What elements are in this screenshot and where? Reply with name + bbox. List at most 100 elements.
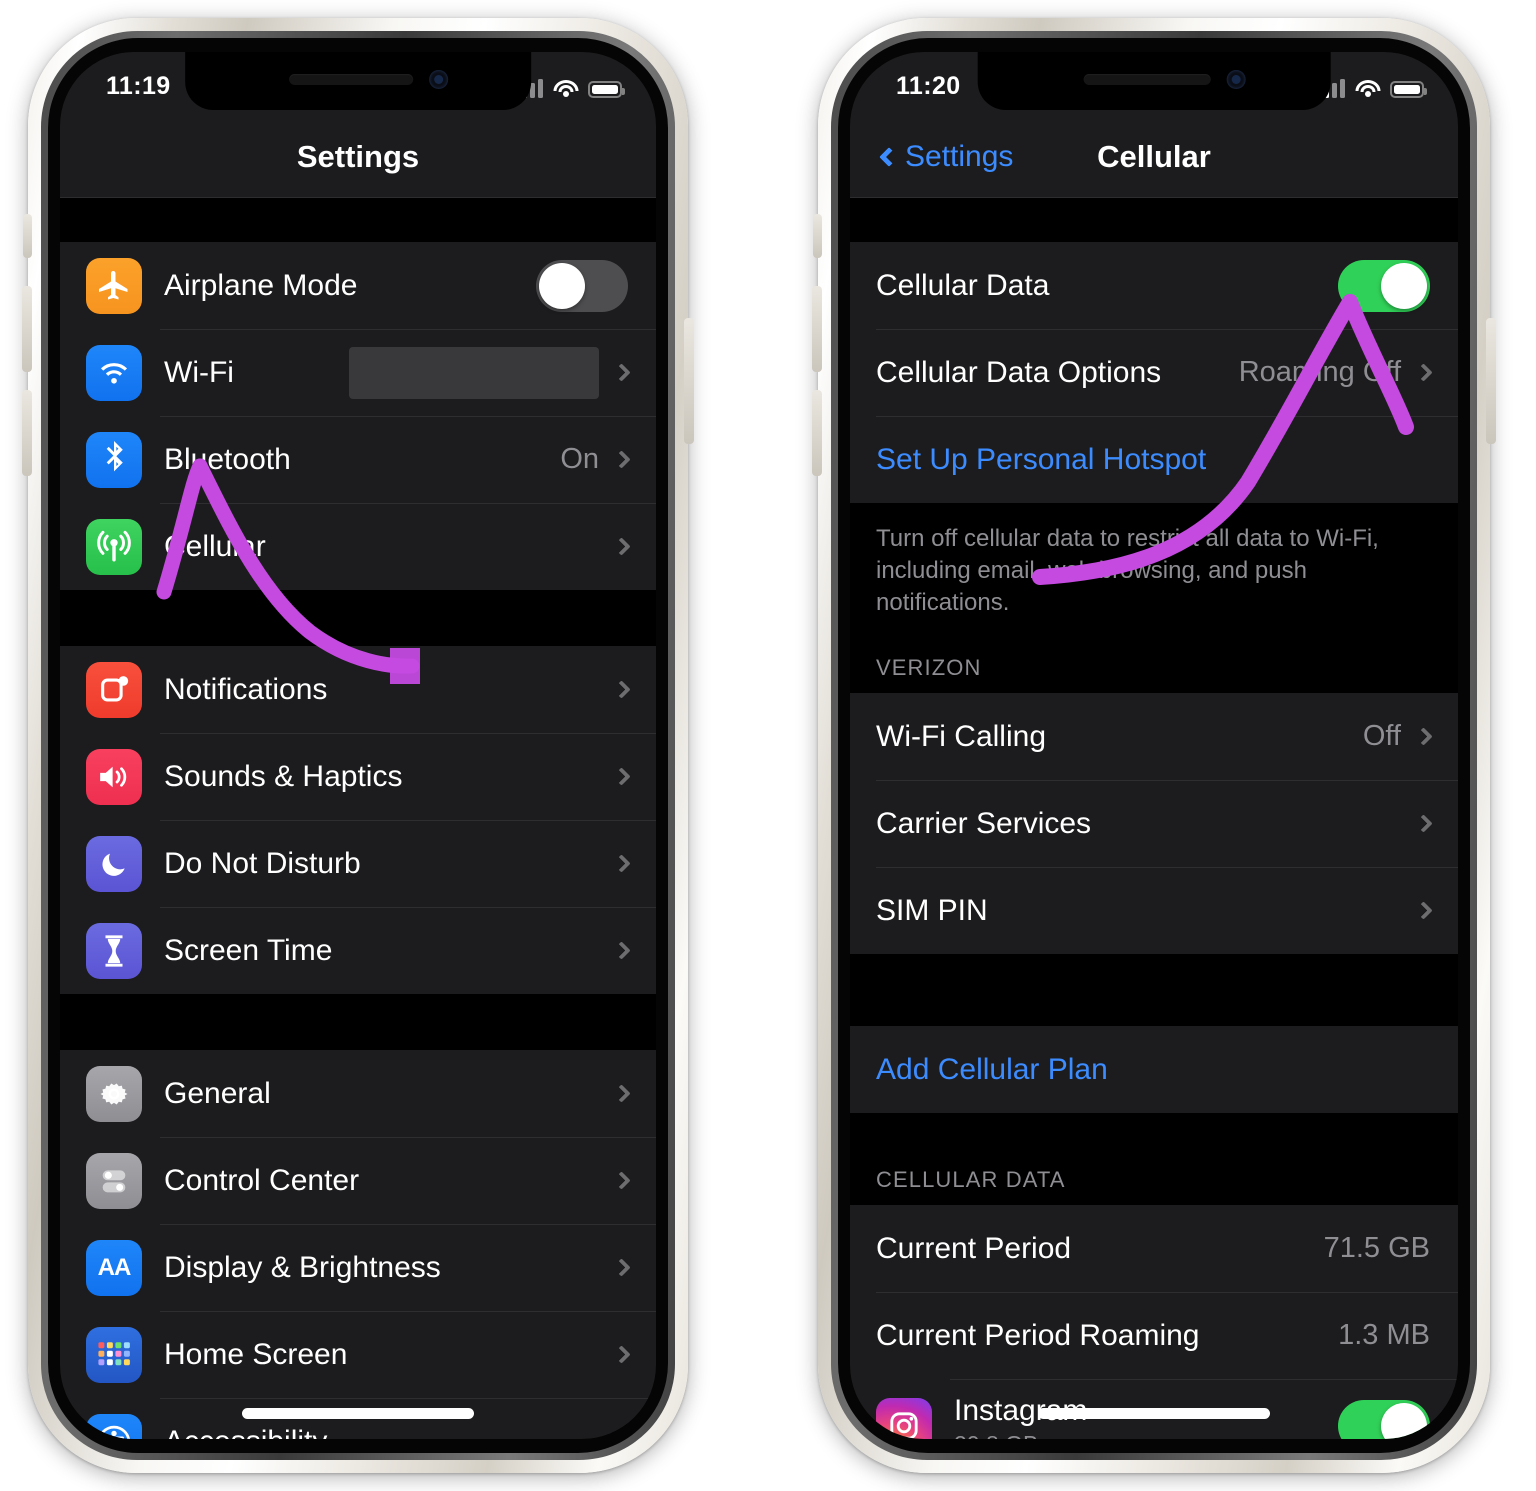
back-button-label: Settings bbox=[905, 139, 1014, 173]
row-cellular-data-options[interactable]: Cellular Data Options Roaming Off bbox=[850, 329, 1458, 416]
home-screen-icon bbox=[86, 1326, 142, 1383]
mute-switch[interactable] bbox=[23, 214, 32, 258]
chevron-right-icon bbox=[612, 854, 631, 873]
volume-up-button[interactable] bbox=[22, 286, 32, 372]
sidebar-item-home-screen[interactable]: Home Screen bbox=[60, 1311, 656, 1398]
sounds-icon bbox=[86, 748, 142, 805]
iphone-cellular-screen: 11:20 Settings Cellular Cellular Data Ce… bbox=[812, 18, 1496, 1473]
gear-icon bbox=[86, 1065, 142, 1122]
row-add-cellular-plan[interactable]: Add Cellular Plan bbox=[850, 1026, 1458, 1113]
sidebar-item-label: Wi-Fi bbox=[164, 355, 234, 389]
sidebar-item-control-center[interactable]: Control Center bbox=[60, 1137, 656, 1224]
settings-list[interactable]: Airplane Mode Wi-Fi Bluetooth On Cellula… bbox=[60, 198, 656, 1439]
front-camera-icon bbox=[428, 70, 448, 89]
current-period-roaming-value: 1.3 MB bbox=[1338, 1319, 1430, 1352]
nav-bar: Settings bbox=[60, 116, 656, 198]
row-label: SIM PIN bbox=[876, 893, 988, 927]
wifi-calling-status-value: Off bbox=[1362, 720, 1401, 753]
airplane-mode-toggle[interactable] bbox=[536, 259, 628, 312]
instagram-cellular-toggle[interactable] bbox=[1338, 1400, 1430, 1439]
sidebar-item-wifi[interactable]: Wi-Fi bbox=[60, 329, 656, 416]
sidebar-item-label: General bbox=[164, 1076, 271, 1110]
sidebar-item-label: Control Center bbox=[164, 1163, 360, 1197]
set-up-hotspot-link: Set Up Personal Hotspot bbox=[876, 442, 1207, 476]
power-button[interactable] bbox=[1486, 318, 1496, 444]
cellular-data-toggle[interactable] bbox=[1338, 259, 1430, 312]
sidebar-item-do-not-disturb[interactable]: Do Not Disturb bbox=[60, 820, 656, 907]
settings-group-system: General Control Center AA Display & Brig… bbox=[60, 1050, 656, 1439]
cellular-data-footer-text: Turn off cellular data to restrict all d… bbox=[850, 503, 1458, 630]
row-current-period-roaming[interactable]: Current Period Roaming 1.3 MB bbox=[850, 1292, 1458, 1379]
sidebar-item-screen-time[interactable]: Screen Time bbox=[60, 907, 656, 994]
sidebar-item-display-brightness[interactable]: AA Display & Brightness bbox=[60, 1224, 656, 1311]
sidebar-item-sounds-haptics[interactable]: Sounds & Haptics bbox=[60, 733, 656, 820]
battery-full-icon bbox=[1390, 81, 1427, 98]
chevron-right-icon bbox=[612, 767, 631, 786]
home-indicator[interactable] bbox=[242, 1408, 474, 1419]
accessibility-icon bbox=[86, 1413, 142, 1439]
settings-group-connectivity: Airplane Mode Wi-Fi Bluetooth On Cellula… bbox=[60, 242, 656, 590]
power-button[interactable] bbox=[684, 318, 694, 444]
wifi-network-redacted-value bbox=[349, 346, 599, 399]
chevron-right-icon bbox=[612, 941, 631, 960]
row-current-period[interactable]: Current Period 71.5 GB bbox=[850, 1205, 1458, 1292]
row-label: Wi-Fi Calling bbox=[876, 719, 1047, 753]
home-indicator[interactable] bbox=[1038, 1408, 1270, 1419]
sidebar-item-cellular[interactable]: Cellular bbox=[60, 503, 656, 590]
list-spacer bbox=[850, 954, 1458, 1027]
airplane-icon bbox=[86, 257, 142, 314]
chevron-left-icon bbox=[879, 146, 899, 167]
volume-down-button[interactable] bbox=[812, 390, 822, 476]
usage-group: Current Period 71.5 GB Current Period Ro… bbox=[850, 1205, 1458, 1439]
usage-section-header: CELLULAR DATA bbox=[850, 1113, 1458, 1206]
carrier-group: Wi-Fi Calling Off Carrier Services SIM P… bbox=[850, 693, 1458, 955]
sidebar-item-label: Airplane Mode bbox=[164, 268, 358, 302]
chevron-right-icon bbox=[612, 1345, 631, 1364]
sidebar-item-notifications[interactable]: Notifications bbox=[60, 646, 656, 733]
notch bbox=[977, 52, 1331, 110]
sidebar-item-label: Do Not Disturb bbox=[164, 846, 361, 880]
status-time: 11:19 bbox=[106, 72, 171, 100]
carrier-section-header: VERIZON bbox=[850, 629, 1458, 694]
page-title: Settings bbox=[296, 138, 420, 174]
sidebar-item-airplane-mode[interactable]: Airplane Mode bbox=[60, 242, 656, 329]
row-set-up-personal-hotspot[interactable]: Set Up Personal Hotspot bbox=[850, 416, 1458, 503]
cellular-data-group: Cellular Data Cellular Data Options Roam… bbox=[850, 242, 1458, 503]
sidebar-item-label: Cellular bbox=[164, 529, 266, 563]
sidebar-item-label: Screen Time bbox=[164, 933, 333, 967]
chevron-right-icon bbox=[612, 450, 631, 469]
hourglass-icon bbox=[86, 922, 142, 979]
chevron-right-icon bbox=[1414, 901, 1433, 921]
row-wifi-calling[interactable]: Wi-Fi Calling Off bbox=[850, 693, 1458, 780]
volume-down-button[interactable] bbox=[22, 390, 32, 476]
app-data-usage: 20.8 GB bbox=[954, 1431, 1338, 1439]
sidebar-item-label: Display & Brightness bbox=[164, 1250, 441, 1284]
row-sim-pin[interactable]: SIM PIN bbox=[850, 867, 1458, 954]
row-carrier-services[interactable]: Carrier Services bbox=[850, 780, 1458, 867]
nav-bar: Settings Cellular bbox=[850, 116, 1458, 198]
add-plan-group: Add Cellular Plan bbox=[850, 1026, 1458, 1114]
volume-up-button[interactable] bbox=[812, 286, 822, 372]
sidebar-item-label: Notifications bbox=[164, 672, 328, 706]
back-button[interactable]: Settings bbox=[879, 139, 1014, 174]
chevron-right-icon bbox=[612, 1084, 631, 1103]
settings-group-alerts: Notifications Sounds & Haptics Do Not Di… bbox=[60, 646, 656, 994]
sidebar-item-bluetooth[interactable]: Bluetooth On bbox=[60, 416, 656, 503]
row-label: Current Period Roaming bbox=[876, 1318, 1200, 1352]
sidebar-item-general[interactable]: General bbox=[60, 1050, 656, 1137]
front-camera-icon bbox=[1226, 70, 1246, 89]
chevron-right-icon bbox=[612, 1171, 631, 1190]
row-label: Cellular Data Options bbox=[876, 355, 1162, 389]
page-title: Cellular bbox=[1097, 138, 1211, 174]
list-spacer bbox=[850, 198, 1458, 242]
notifications-icon bbox=[86, 661, 142, 718]
mute-switch[interactable] bbox=[813, 214, 822, 258]
row-label: Carrier Services bbox=[876, 806, 1092, 840]
cellular-icon bbox=[86, 518, 142, 575]
sidebar-item-label: Accessibility bbox=[164, 1425, 615, 1440]
row-cellular-data[interactable]: Cellular Data bbox=[850, 242, 1458, 329]
chevron-right-icon bbox=[612, 1258, 631, 1277]
notch bbox=[185, 52, 531, 110]
chevron-right-icon bbox=[612, 537, 631, 556]
cellular-settings-list[interactable]: Cellular Data Cellular Data Options Roam… bbox=[850, 198, 1458, 1439]
